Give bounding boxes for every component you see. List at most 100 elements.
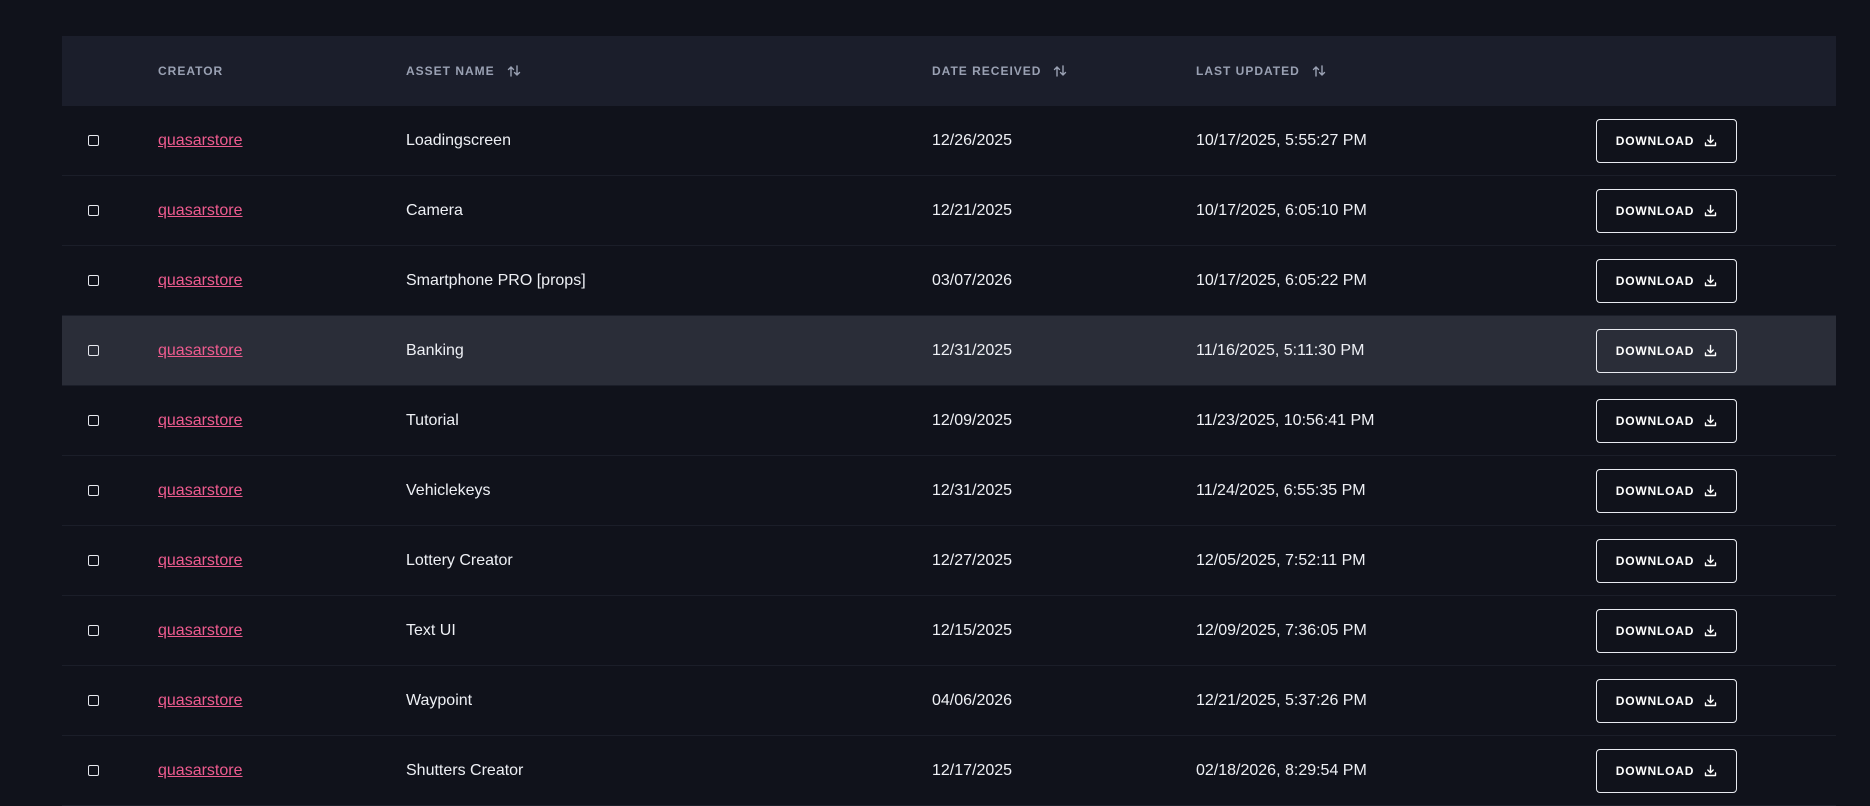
date-received: 12/26/2025 (932, 131, 1013, 149)
last-updated: 02/18/2026, 8:29:54 PM (1196, 761, 1367, 779)
download-button[interactable]: DOWNLOAD (1596, 608, 1737, 653)
column-header-last-updated[interactable]: LAST UPDATED (1196, 36, 1326, 106)
table-row: quasarstore Shutters Creator 12/17/2025 … (62, 736, 1836, 806)
download-button-label: DOWNLOAD (1615, 553, 1695, 568)
row-checkbox-cell (88, 106, 108, 175)
download-icon (1704, 484, 1717, 497)
asset-name: Vehiclekeys (406, 481, 491, 499)
row-checkbox[interactable] (88, 625, 99, 636)
download-button[interactable]: DOWNLOAD (1596, 748, 1737, 793)
download-icon (1704, 344, 1717, 357)
date-received: 12/15/2025 (932, 621, 1013, 639)
column-header-date-received[interactable]: DATE RECEIVED (932, 36, 1067, 106)
row-checkbox[interactable] (88, 345, 99, 356)
row-checkbox-cell (88, 666, 108, 735)
row-checkbox-cell (88, 596, 108, 665)
creator-link[interactable]: quasarstore (158, 412, 243, 430)
row-checkbox-cell (88, 316, 108, 385)
creator-link[interactable]: quasarstore (158, 762, 243, 780)
creator-link[interactable]: quasarstore (158, 692, 243, 710)
download-button[interactable]: DOWNLOAD (1596, 328, 1737, 373)
row-checkbox[interactable] (88, 135, 99, 146)
action-cell: DOWNLOAD (1596, 456, 1737, 525)
row-checkbox[interactable] (88, 765, 99, 776)
last-updated-cell: 11/24/2025, 6:55:35 PM (1196, 456, 1366, 525)
last-updated: 10/17/2025, 6:05:10 PM (1196, 201, 1367, 219)
last-updated: 11/24/2025, 6:55:35 PM (1196, 481, 1366, 499)
asset-name-cell: Smartphone PRO [props] (406, 246, 586, 315)
download-button-label: DOWNLOAD (1615, 693, 1695, 708)
creator-link[interactable]: quasarstore (158, 482, 243, 500)
sort-arrows-icon[interactable] (1053, 65, 1067, 77)
date-received-cell: 12/21/2025 (932, 176, 1012, 245)
action-cell: DOWNLOAD (1596, 596, 1737, 665)
last-updated: 12/09/2025, 7:36:05 PM (1196, 621, 1367, 639)
download-button[interactable]: DOWNLOAD (1596, 188, 1737, 233)
row-checkbox[interactable] (88, 555, 99, 566)
download-button[interactable]: DOWNLOAD (1596, 258, 1737, 303)
action-cell: DOWNLOAD (1596, 526, 1737, 595)
row-checkbox[interactable] (88, 415, 99, 426)
row-checkbox[interactable] (88, 275, 99, 286)
last-updated-cell: 11/16/2025, 5:11:30 PM (1196, 316, 1364, 385)
last-updated: 12/21/2025, 5:37:26 PM (1196, 691, 1367, 709)
column-header-asset-name[interactable]: ASSET NAME (406, 36, 521, 106)
creator-cell: quasarstore (158, 386, 243, 455)
action-cell: DOWNLOAD (1596, 386, 1737, 455)
table-header: CREATOR ASSET NAME DATE RECEIVED LAST UP… (62, 36, 1836, 106)
asset-name: Shutters Creator (406, 761, 524, 779)
creator-link[interactable]: quasarstore (158, 552, 243, 570)
date-received-cell: 04/06/2026 (932, 666, 1012, 735)
download-button-label: DOWNLOAD (1615, 413, 1695, 428)
download-button[interactable]: DOWNLOAD (1596, 538, 1737, 583)
table-row: quasarstore Text UI 12/15/2025 12/09/202… (62, 596, 1836, 666)
asset-name-cell: Banking (406, 316, 464, 385)
row-checkbox[interactable] (88, 695, 99, 706)
download-icon (1704, 764, 1717, 777)
download-button-label: DOWNLOAD (1615, 133, 1695, 148)
sort-arrows-icon[interactable] (507, 65, 521, 77)
asset-name-cell: Shutters Creator (406, 736, 523, 805)
date-received-cell: 12/09/2025 (932, 386, 1012, 455)
last-updated-cell: 12/05/2025, 7:52:11 PM (1196, 526, 1366, 595)
date-received-cell: 12/31/2025 (932, 456, 1012, 525)
creator-link[interactable]: quasarstore (158, 272, 243, 290)
last-updated: 11/16/2025, 5:11:30 PM (1196, 341, 1365, 359)
creator-cell: quasarstore (158, 666, 243, 735)
table-row: quasarstore Banking 12/31/2025 11/16/202… (62, 316, 1836, 386)
asset-name: Loadingscreen (406, 131, 511, 149)
download-button[interactable]: DOWNLOAD (1596, 468, 1737, 513)
creator-link[interactable]: quasarstore (158, 202, 243, 220)
creator-link[interactable]: quasarstore (158, 342, 243, 360)
last-updated-cell: 10/17/2025, 6:05:22 PM (1196, 246, 1367, 315)
asset-name: Smartphone PRO [props] (406, 271, 586, 289)
creator-link[interactable]: quasarstore (158, 622, 243, 640)
download-icon (1704, 134, 1717, 147)
download-button-label: DOWNLOAD (1615, 483, 1695, 498)
creator-link[interactable]: quasarstore (158, 132, 243, 150)
download-button[interactable]: DOWNLOAD (1596, 118, 1737, 163)
creator-cell: quasarstore (158, 456, 243, 525)
download-icon (1704, 204, 1717, 217)
table-row: quasarstore Waypoint 04/06/2026 12/21/20… (62, 666, 1836, 736)
creator-cell: quasarstore (158, 106, 243, 175)
last-updated: 10/17/2025, 5:55:27 PM (1196, 131, 1367, 149)
column-header-asset-name-label: ASSET NAME (406, 64, 495, 78)
asset-name-cell: Vehiclekeys (406, 456, 491, 525)
row-checkbox[interactable] (88, 205, 99, 216)
last-updated-cell: 11/23/2025, 10:56:41 PM (1196, 386, 1375, 455)
creator-cell: quasarstore (158, 596, 243, 665)
date-received: 12/17/2025 (932, 761, 1013, 779)
action-cell: DOWNLOAD (1596, 176, 1737, 245)
creator-cell: quasarstore (158, 176, 243, 245)
download-button[interactable]: DOWNLOAD (1596, 398, 1737, 443)
asset-name: Lottery Creator (406, 551, 513, 569)
row-checkbox[interactable] (88, 485, 99, 496)
sort-arrows-icon[interactable] (1312, 65, 1326, 77)
row-checkbox-cell (88, 176, 108, 245)
row-checkbox-cell (88, 246, 108, 315)
table-row: quasarstore Loadingscreen 12/26/2025 10/… (62, 106, 1836, 176)
last-updated-cell: 10/17/2025, 5:55:27 PM (1196, 106, 1367, 175)
download-button-label: DOWNLOAD (1615, 763, 1695, 778)
download-button[interactable]: DOWNLOAD (1596, 678, 1737, 723)
